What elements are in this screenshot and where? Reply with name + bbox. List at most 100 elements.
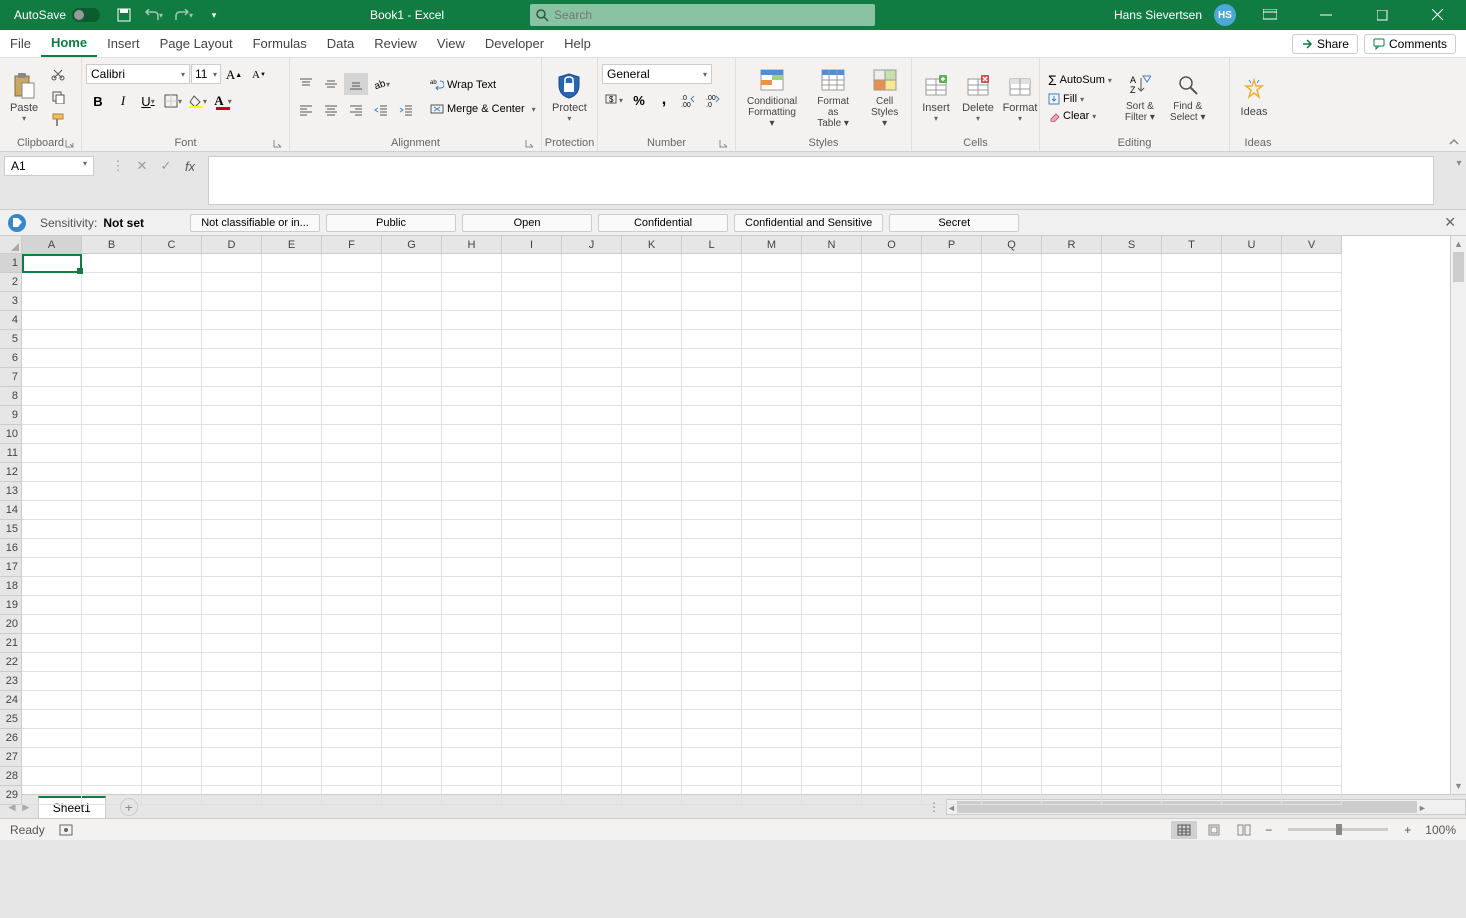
cell-P26[interactable]: [922, 729, 982, 748]
cell-D5[interactable]: [202, 330, 262, 349]
cell-V17[interactable]: [1282, 558, 1342, 577]
cell-O23[interactable]: [862, 672, 922, 691]
decrease-decimal-button[interactable]: .00.0: [702, 89, 726, 111]
cell-L15[interactable]: [682, 520, 742, 539]
cell-H13[interactable]: [442, 482, 502, 501]
cell-B28[interactable]: [82, 767, 142, 786]
cell-M21[interactable]: [742, 634, 802, 653]
cell-I25[interactable]: [502, 710, 562, 729]
cell-J19[interactable]: [562, 596, 622, 615]
fill-color-button[interactable]: ▾: [186, 90, 210, 112]
cell-P14[interactable]: [922, 501, 982, 520]
cell-O13[interactable]: [862, 482, 922, 501]
cell-M27[interactable]: [742, 748, 802, 767]
cell-A12[interactable]: [22, 463, 82, 482]
cell-H22[interactable]: [442, 653, 502, 672]
cell-D12[interactable]: [202, 463, 262, 482]
cell-J3[interactable]: [562, 292, 622, 311]
cell-V14[interactable]: [1282, 501, 1342, 520]
cell-E12[interactable]: [262, 463, 322, 482]
cell-F15[interactable]: [322, 520, 382, 539]
number-launcher-icon[interactable]: [719, 139, 729, 149]
cell-G20[interactable]: [382, 615, 442, 634]
cell-S29[interactable]: [1102, 786, 1162, 805]
tab-view[interactable]: View: [427, 30, 475, 57]
cell-E1[interactable]: [262, 254, 322, 273]
cell-A16[interactable]: [22, 539, 82, 558]
sensitivity-option-2[interactable]: Open: [462, 214, 592, 232]
cell-J1[interactable]: [562, 254, 622, 273]
delete-cells-button[interactable]: Delete▾: [958, 70, 998, 125]
cell-T1[interactable]: [1162, 254, 1222, 273]
cell-Q13[interactable]: [982, 482, 1042, 501]
column-header-L[interactable]: L: [682, 236, 742, 254]
cell-A19[interactable]: [22, 596, 82, 615]
cell-J10[interactable]: [562, 425, 622, 444]
cell-N27[interactable]: [802, 748, 862, 767]
align-bottom-button[interactable]: [344, 73, 368, 95]
cell-K22[interactable]: [622, 653, 682, 672]
cell-R14[interactable]: [1042, 501, 1102, 520]
cell-D28[interactable]: [202, 767, 262, 786]
column-header-N[interactable]: N: [802, 236, 862, 254]
insert-function-button[interactable]: fx: [178, 156, 202, 176]
cell-I20[interactable]: [502, 615, 562, 634]
cell-T10[interactable]: [1162, 425, 1222, 444]
cell-U7[interactable]: [1222, 368, 1282, 387]
cell-P17[interactable]: [922, 558, 982, 577]
cell-P11[interactable]: [922, 444, 982, 463]
cell-J16[interactable]: [562, 539, 622, 558]
number-format-select[interactable]: General▾: [602, 64, 712, 84]
cell-A4[interactable]: [22, 311, 82, 330]
format-painter-button[interactable]: [46, 109, 70, 131]
cell-C8[interactable]: [142, 387, 202, 406]
cell-H29[interactable]: [442, 786, 502, 805]
cell-F10[interactable]: [322, 425, 382, 444]
maximize-button[interactable]: [1360, 0, 1404, 30]
cell-J20[interactable]: [562, 615, 622, 634]
cell-L21[interactable]: [682, 634, 742, 653]
cell-P24[interactable]: [922, 691, 982, 710]
cell-U16[interactable]: [1222, 539, 1282, 558]
cell-T5[interactable]: [1162, 330, 1222, 349]
row-header-25[interactable]: 25: [0, 710, 22, 729]
cell-B6[interactable]: [82, 349, 142, 368]
save-button[interactable]: [114, 5, 134, 25]
cell-A1[interactable]: [22, 254, 82, 273]
row-header-21[interactable]: 21: [0, 634, 22, 653]
cell-D21[interactable]: [202, 634, 262, 653]
cell-S14[interactable]: [1102, 501, 1162, 520]
cell-T26[interactable]: [1162, 729, 1222, 748]
cell-A24[interactable]: [22, 691, 82, 710]
row-header-22[interactable]: 22: [0, 653, 22, 672]
cell-Q7[interactable]: [982, 368, 1042, 387]
column-header-U[interactable]: U: [1222, 236, 1282, 254]
cell-J22[interactable]: [562, 653, 622, 672]
cell-J15[interactable]: [562, 520, 622, 539]
column-header-E[interactable]: E: [262, 236, 322, 254]
cell-R25[interactable]: [1042, 710, 1102, 729]
cell-G23[interactable]: [382, 672, 442, 691]
cell-N16[interactable]: [802, 539, 862, 558]
cell-O2[interactable]: [862, 273, 922, 292]
cell-F2[interactable]: [322, 273, 382, 292]
accounting-format-button[interactable]: $▾: [602, 89, 626, 111]
column-header-C[interactable]: C: [142, 236, 202, 254]
cell-K7[interactable]: [622, 368, 682, 387]
cell-N9[interactable]: [802, 406, 862, 425]
cell-G12[interactable]: [382, 463, 442, 482]
cell-O26[interactable]: [862, 729, 922, 748]
row-header-15[interactable]: 15: [0, 520, 22, 539]
cell-N29[interactable]: [802, 786, 862, 805]
row-header-27[interactable]: 27: [0, 748, 22, 767]
cell-S26[interactable]: [1102, 729, 1162, 748]
cell-I10[interactable]: [502, 425, 562, 444]
cell-U29[interactable]: [1222, 786, 1282, 805]
cell-U5[interactable]: [1222, 330, 1282, 349]
cell-N20[interactable]: [802, 615, 862, 634]
cell-T4[interactable]: [1162, 311, 1222, 330]
cell-M29[interactable]: [742, 786, 802, 805]
cell-J28[interactable]: [562, 767, 622, 786]
column-header-G[interactable]: G: [382, 236, 442, 254]
cell-J18[interactable]: [562, 577, 622, 596]
